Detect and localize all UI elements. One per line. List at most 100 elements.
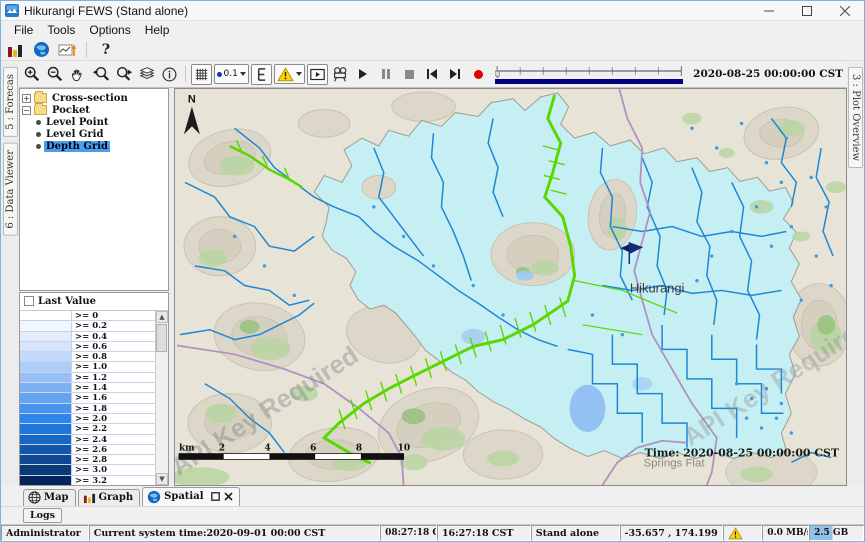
- status-coordinates: -35.657 , 174.199: [620, 525, 724, 541]
- collapse-icon[interactable]: −: [22, 106, 31, 115]
- legend-label: >= 3.2: [72, 476, 155, 485]
- legend-label: >= 2.2: [72, 424, 155, 433]
- menu-options[interactable]: Options: [82, 22, 137, 38]
- svg-text:N: N: [188, 94, 196, 106]
- legend-row: >= 1.8: [20, 404, 155, 414]
- record-button[interactable]: [468, 64, 489, 85]
- main-toolbar: ?: [1, 39, 864, 61]
- movie-camera-icon: [331, 65, 349, 83]
- scroll-up-icon[interactable]: ▲: [156, 311, 168, 323]
- logs-button[interactable]: Logs: [23, 508, 62, 523]
- stop-button[interactable]: [399, 64, 420, 85]
- minimize-icon: [764, 6, 774, 16]
- menu-tools[interactable]: Tools: [40, 22, 82, 38]
- status-system-time: Current system time:2020-09-01 00:00 CST: [89, 525, 380, 541]
- folder-icon: [34, 105, 47, 115]
- warning-icon: [277, 67, 294, 82]
- tree-label-selected[interactable]: Depth Grid: [44, 141, 110, 152]
- help-button[interactable]: ?: [96, 41, 116, 59]
- expand-icon[interactable]: +: [22, 94, 31, 103]
- pause-button[interactable]: [376, 64, 397, 85]
- menu-file[interactable]: File: [7, 22, 40, 38]
- close-icon: [840, 6, 850, 16]
- wire-globe-icon: [28, 491, 41, 504]
- bullet-icon: [36, 132, 41, 137]
- legend-row: >= 2.2: [20, 424, 155, 434]
- layers-button[interactable]: [136, 64, 157, 85]
- maximize-button[interactable]: [788, 1, 826, 20]
- zoom-next-button[interactable]: [113, 64, 134, 85]
- status-bar: Administrator Current system time:2020-0…: [1, 524, 864, 541]
- scroll-thumb[interactable]: [156, 324, 167, 352]
- time-slider-handle[interactable]: [495, 71, 499, 78]
- legend-label: >= 1.4: [72, 383, 155, 392]
- legend-row: >= 2.6: [20, 445, 155, 455]
- logs-row: Logs: [1, 506, 864, 524]
- legend-toggle-button[interactable]: [251, 64, 272, 85]
- tab-spatial[interactable]: Spatial: [142, 487, 239, 506]
- map-display-button[interactable]: [31, 41, 51, 59]
- info-button[interactable]: [159, 64, 180, 85]
- zoom-previous-button[interactable]: [90, 64, 111, 85]
- tree-item-pocket[interactable]: − Pocket: [22, 104, 166, 116]
- database-viewer-button[interactable]: [5, 41, 25, 59]
- folder-icon: [34, 93, 47, 103]
- legend-swatch: [20, 465, 72, 474]
- status-mode: Stand alone: [531, 525, 620, 541]
- legend-label: >= 0.4: [72, 332, 155, 341]
- legend-row: >= 1.4: [20, 383, 155, 393]
- close-button[interactable]: [826, 1, 864, 20]
- pan-button[interactable]: [67, 64, 88, 85]
- tree-item-cross-section[interactable]: + Cross-section: [22, 92, 166, 104]
- legend-row: >= 1.2: [20, 373, 155, 383]
- spatial-layer-tree[interactable]: + Cross-section − Pocket Level Point: [19, 88, 169, 291]
- tree-item-level-grid[interactable]: Level Grid: [22, 128, 166, 140]
- warning-dropdown[interactable]: [274, 64, 305, 84]
- tree-label[interactable]: Level Point: [44, 117, 110, 128]
- tree-label[interactable]: Pocket: [50, 105, 92, 116]
- tab-plot-overview[interactable]: 3 : Plot Overview: [848, 67, 863, 168]
- toolbar-separator: [185, 66, 186, 82]
- legend-swatch: [20, 445, 72, 454]
- tab-forecasts[interactable]: 5 : Forecas: [3, 67, 18, 137]
- tab-map[interactable]: Map: [23, 489, 76, 506]
- grid-display-button[interactable]: [191, 64, 212, 85]
- legend-row: >= 1.0: [20, 362, 155, 372]
- map-view[interactable]: API Key Required API Key Required Hikura…: [174, 88, 847, 486]
- help-icon: ?: [102, 42, 110, 58]
- play-button[interactable]: [353, 64, 374, 85]
- tree-item-depth-grid[interactable]: Depth Grid: [22, 140, 166, 152]
- menu-help[interactable]: Help: [138, 22, 177, 38]
- profile-display-button[interactable]: [57, 41, 77, 59]
- legend-swatch: [20, 414, 72, 423]
- movie-export-button[interactable]: [330, 64, 351, 85]
- legend-label: >= 2.0: [72, 414, 155, 423]
- minimize-button[interactable]: [750, 1, 788, 20]
- tree-label[interactable]: Level Grid: [44, 129, 105, 140]
- scroll-down-icon[interactable]: ▼: [156, 473, 168, 485]
- tab-maximize-icon[interactable]: [211, 492, 220, 501]
- legend-row: >= 0.8: [20, 352, 155, 362]
- legend-label: >= 0.2: [72, 321, 155, 330]
- step-back-button[interactable]: [422, 64, 443, 85]
- legend-swatch: [20, 435, 72, 444]
- tab-close-icon[interactable]: [224, 492, 233, 501]
- tab-label: Spatial: [164, 491, 203, 502]
- contour-interval-dropdown[interactable]: 0.1: [214, 64, 249, 84]
- legend-label: >= 2.4: [72, 435, 155, 444]
- tree-label[interactable]: Cross-section: [50, 93, 130, 104]
- tab-graph[interactable]: Graph: [78, 489, 141, 506]
- tree-item-level-point[interactable]: Level Point: [22, 116, 166, 128]
- animation-button[interactable]: [307, 64, 328, 85]
- stop-icon: [405, 70, 414, 79]
- tab-data-viewer[interactable]: 6 : Data Viewer: [3, 143, 18, 236]
- time-slider[interactable]: [495, 65, 683, 84]
- interval-dot-icon: [217, 72, 222, 77]
- zoom-in-button[interactable]: [21, 64, 42, 85]
- status-warning-cell[interactable]: [723, 525, 762, 541]
- last-value-checkbox[interactable]: [24, 296, 34, 306]
- legend-row: >= 0: [20, 311, 155, 321]
- step-forward-button[interactable]: [445, 64, 466, 85]
- legend-scrollbar[interactable]: ▲ ▼: [155, 311, 168, 485]
- zoom-out-button[interactable]: [44, 64, 65, 85]
